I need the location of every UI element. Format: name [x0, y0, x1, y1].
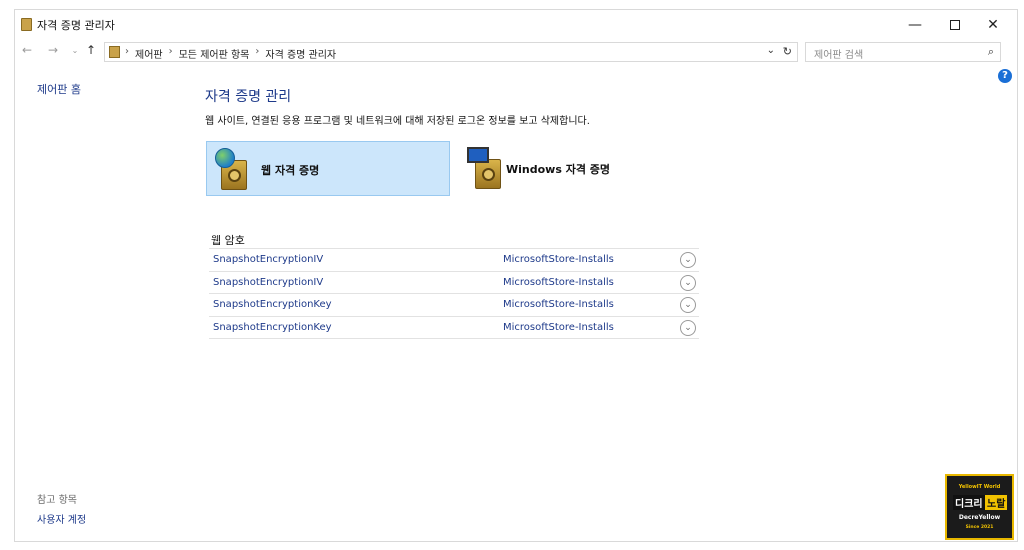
help-icon[interactable]: ?: [998, 69, 1012, 83]
watermark-line1: YellowIT World: [958, 484, 1001, 490]
title-bar: 자격 증명 관리자 — ✕: [15, 10, 1017, 40]
globe-icon: [215, 148, 235, 168]
credential-store: MicrosoftStore-Installs: [503, 321, 614, 333]
forward-arrow-icon[interactable]: →: [45, 43, 61, 57]
credential-store: MicrosoftStore-Installs: [503, 254, 614, 265]
web-passwords-heading: 웹 암호: [211, 234, 245, 247]
watermark-korean-left: 디크리: [953, 495, 985, 510]
watermark-logo: YellowIT World 디크리 노랄 DecreYellow Since …: [945, 474, 1014, 540]
breadcrumb-separator-icon: ›: [125, 46, 129, 57]
expand-chevron-icon[interactable]: ⌄: [680, 252, 696, 268]
maximize-icon: [950, 20, 960, 30]
expand-chevron-icon[interactable]: ⌄: [680, 297, 696, 313]
watermark-korean-right: 노랄: [985, 495, 1008, 510]
maximize-button[interactable]: [935, 12, 975, 38]
breadcrumb-separator-icon: ›: [255, 46, 260, 57]
windows-credentials-label: Windows 자격 증명: [506, 163, 611, 176]
user-accounts-link[interactable]: 사용자 계정: [37, 511, 86, 526]
credential-row[interactable]: SnapshotEncryptionKey MicrosoftStore-Ins…: [209, 317, 699, 339]
watermark-line4: Since 2021: [965, 525, 994, 530]
credential-row[interactable]: SnapshotEncryptionIV MicrosoftStore-Inst…: [209, 272, 699, 294]
page-description: 웹 사이트, 연결된 응용 프로그램 및 네트워크에 대해 저장된 로그온 정보…: [205, 116, 590, 127]
credential-manager-window: 자격 증명 관리자 — ✕ ← → ⌄ ↑ › 제어판 › 모든 제어판 항목 …: [14, 9, 1018, 542]
credential-store: MicrosoftStore-Installs: [503, 276, 614, 288]
credential-manager-icon: [21, 18, 32, 31]
credential-list: SnapshotEncryptionIV MicrosoftStore-Inst…: [209, 248, 699, 339]
see-also-heading: 참고 항목: [37, 495, 77, 506]
watermark-line3: DecreYellow: [958, 514, 1001, 521]
windows-credentials-tile[interactable]: Windows 자격 증명: [461, 141, 705, 196]
search-input[interactable]: 제어판 검색: [814, 46, 863, 61]
credential-name[interactable]: SnapshotEncryptionKey: [213, 299, 332, 310]
control-panel-home-link[interactable]: 제어판 홈: [37, 81, 81, 97]
control-panel-icon: [109, 46, 120, 58]
web-credentials-label: 웹 자격 증명: [261, 164, 320, 177]
address-bar[interactable]: › 제어판 › 모든 제어판 항목 › 자격 증명 관리자 ⌄ ↻: [104, 42, 798, 62]
credential-name[interactable]: SnapshotEncryptionIV: [213, 277, 323, 288]
recent-locations-chevron-icon[interactable]: ⌄: [67, 46, 83, 55]
breadcrumb-item-all-items[interactable]: 모든 제어판 항목: [179, 46, 250, 61]
close-button[interactable]: ✕: [973, 12, 1013, 38]
breadcrumb-item-control-panel[interactable]: 제어판: [135, 46, 163, 61]
vault-icon: [475, 159, 501, 189]
address-dropdown-icon[interactable]: ⌄: [767, 45, 775, 56]
credential-name[interactable]: SnapshotEncryptionIV: [213, 254, 323, 265]
window-title: 자격 증명 관리자: [37, 19, 115, 32]
web-credentials-tile[interactable]: 웹 자격 증명: [206, 141, 450, 196]
refresh-icon[interactable]: ↻: [783, 45, 792, 58]
navigation-bar: ← → ⌄ ↑ › 제어판 › 모든 제어판 항목 › 자격 증명 관리자 ⌄ …: [15, 41, 1017, 63]
monitor-icon: [467, 147, 489, 163]
expand-chevron-icon[interactable]: ⌄: [680, 274, 696, 291]
search-icon[interactable]: ⌕: [988, 45, 994, 59]
back-arrow-icon[interactable]: ←: [19, 43, 35, 57]
credential-store: MicrosoftStore-Installs: [503, 299, 614, 310]
credential-name[interactable]: SnapshotEncryptionKey: [213, 322, 332, 333]
breadcrumb: › 제어판 › 모든 제어판 항목 › 자격 증명 관리자: [125, 46, 336, 61]
breadcrumb-separator-icon: ›: [168, 46, 173, 57]
expand-chevron-icon[interactable]: ⌄: [680, 319, 696, 336]
search-box[interactable]: 제어판 검색 ⌕: [805, 42, 1001, 62]
minimize-button[interactable]: —: [895, 12, 935, 38]
up-arrow-icon[interactable]: ↑: [83, 43, 99, 57]
credential-row[interactable]: SnapshotEncryptionKey MicrosoftStore-Ins…: [209, 294, 699, 317]
credential-row[interactable]: SnapshotEncryptionIV MicrosoftStore-Inst…: [209, 249, 699, 272]
breadcrumb-item-credential-manager[interactable]: 자격 증명 관리자: [265, 46, 336, 61]
page-title: 자격 증명 관리: [205, 89, 292, 105]
